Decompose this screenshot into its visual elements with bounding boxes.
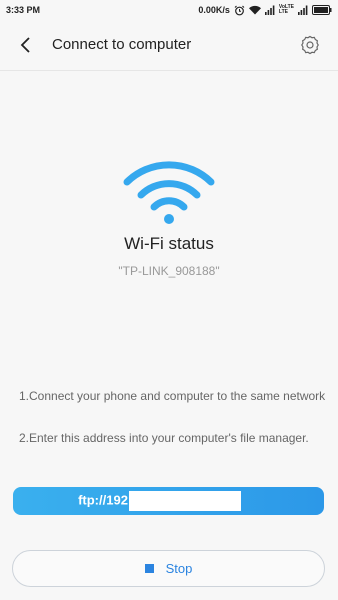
page-title: Connect to computer xyxy=(52,36,192,53)
ftp-address-bar[interactable]: ftp://192 xyxy=(13,487,324,515)
redacted-address xyxy=(128,491,241,511)
lte-label: LTE xyxy=(278,9,288,15)
ftp-address-prefix: ftp://192 xyxy=(78,492,128,508)
alarm-icon xyxy=(234,5,245,16)
title-bar: Connect to computer xyxy=(0,22,338,68)
lte-badge: VoLTE LTE xyxy=(279,5,294,15)
signal-icon-2 xyxy=(298,5,308,15)
wifi-signal-icon xyxy=(248,5,261,15)
signal-icon xyxy=(264,5,275,15)
wifi-status-label: Wi-Fi status xyxy=(124,234,214,253)
network-speed: 0.00K/s xyxy=(198,5,230,15)
status-bar: 3:33 PM 0.00K/s VoLTE LTE xyxy=(0,0,338,20)
wifi-icon xyxy=(121,160,217,226)
wifi-ssid: "TP-LINK_908188" xyxy=(118,264,220,278)
ftp-address: ftp://192 xyxy=(78,491,241,511)
settings-button[interactable] xyxy=(300,35,320,55)
header-divider xyxy=(0,70,338,71)
instruction-step-2: 2.Enter this address into your computer'… xyxy=(19,431,309,445)
status-icons: 0.00K/s VoLTE LTE xyxy=(198,5,332,16)
stop-icon xyxy=(144,564,154,573)
stop-button[interactable]: Stop xyxy=(12,550,325,587)
status-time: 3:33 PM xyxy=(6,5,41,15)
stop-label: Stop xyxy=(165,561,193,576)
instruction-step-1: 1.Connect your phone and computer to the… xyxy=(19,389,326,403)
battery-icon xyxy=(312,5,332,15)
back-button[interactable] xyxy=(18,36,36,54)
back-arrow-icon xyxy=(20,37,30,53)
gear-icon xyxy=(301,35,319,55)
